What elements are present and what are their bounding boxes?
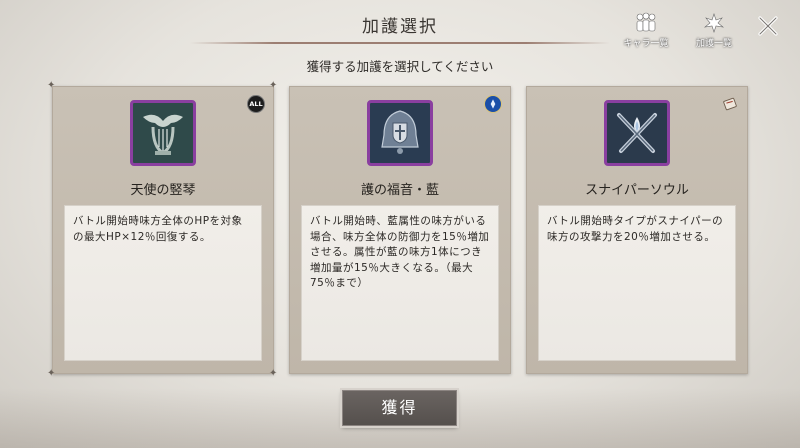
- kago-list-button[interactable]: 加護一覧: [690, 12, 738, 52]
- angel-harp-icon: [130, 100, 196, 166]
- close-icon: [758, 16, 778, 36]
- corner-ornament: ✦: [269, 80, 278, 91]
- acquire-button[interactable]: 獲得: [342, 390, 457, 426]
- blessing-name: 天使の竪琴: [130, 183, 196, 198]
- bell-shield-icon: [367, 100, 433, 166]
- blessing-description: バトル開始時味方全体のHPを対象の最大HP×12％回復する。: [64, 205, 262, 361]
- all-attribute-badge: ALL: [247, 95, 265, 113]
- blessing-card-1[interactable]: ✦ ✦ ✦ ✦ ALL 天使の竪琴 バトル開始時味方全体のHPを対象の最大HP×…: [47, 81, 277, 379]
- blessing-icon: [703, 13, 725, 33]
- blessing-card-2[interactable]: 護の福音・藍 バトル開始時、藍属性の味方がいる場合、味方全体の防御力を15％増加…: [289, 86, 511, 374]
- indigo-attribute-badge: [484, 95, 502, 113]
- page-title: 加護選択: [362, 17, 438, 37]
- blessing-description: バトル開始時、藍属性の味方がいる場合、味方全体の防御力を15％増加させる。属性が…: [301, 205, 499, 361]
- blessing-card-3[interactable]: スナイパーソウル バトル開始時タイプがスナイパーの味方の攻撃力を20％増加させる…: [526, 86, 748, 374]
- corner-ornament: ✦: [47, 80, 56, 91]
- sniper-type-badge: [721, 95, 739, 113]
- kago-list-label: 加護一覧: [695, 39, 732, 49]
- blessing-description: バトル開始時タイプがスナイパーの味方の攻撃力を20％増加させる。: [538, 205, 736, 361]
- close-button[interactable]: [754, 12, 782, 40]
- blessing-name: スナイパーソウル: [585, 183, 689, 198]
- corner-ornament: ✦: [47, 368, 56, 379]
- chara-list-label: キャラ一覧: [623, 39, 669, 49]
- corner-ornament: ✦: [269, 368, 278, 379]
- title-divider: [190, 42, 610, 44]
- chara-list-button[interactable]: キャラ一覧: [622, 12, 670, 52]
- blessing-name: 護の福音・藍: [360, 183, 439, 198]
- page-subtitle: 獲得する加護を選択してください: [306, 59, 494, 74]
- crossed-rifles-icon: [604, 100, 670, 166]
- characters-icon: [636, 12, 656, 32]
